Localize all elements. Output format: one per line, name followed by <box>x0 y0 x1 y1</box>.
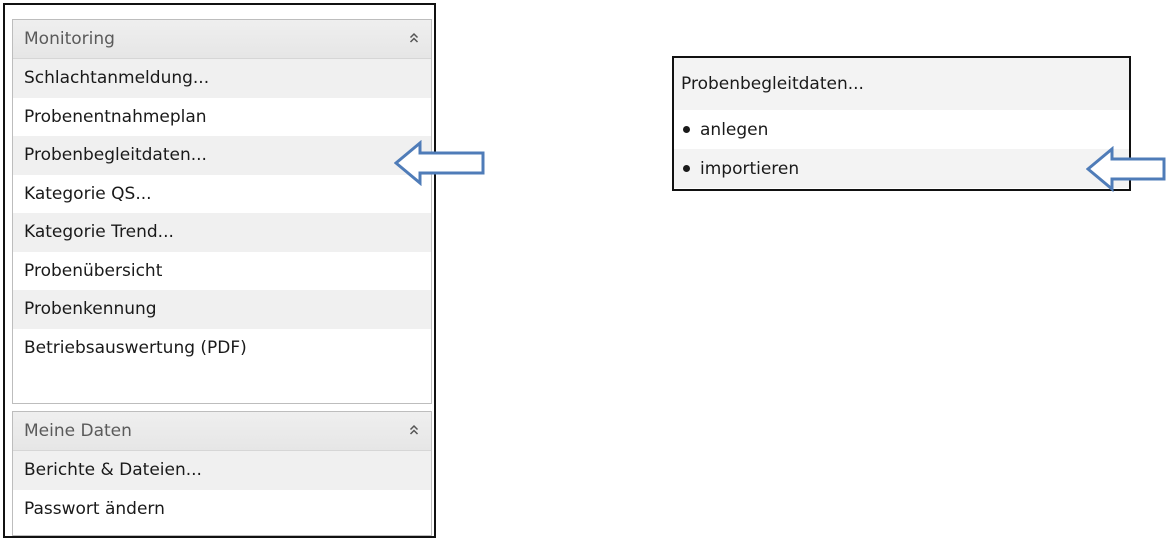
double-chevron-up-icon[interactable] <box>409 424 419 439</box>
menu-item-passwort-aendern[interactable]: Passwort ändern <box>13 490 431 529</box>
menu-item-label: Berichte & Dateien... <box>24 460 202 481</box>
meine-daten-menu-list: Berichte & Dateien... Passwort ändern <box>13 451 431 528</box>
submenu-title: Probenbegleitdaten... <box>674 58 1129 110</box>
menu-item-label: Schlachtanmeldung... <box>24 68 210 89</box>
bullet-icon <box>683 126 690 133</box>
menu-item-label: Probenkennung <box>24 299 157 320</box>
menu-item-kategorie-trend[interactable]: Kategorie Trend... <box>13 213 431 252</box>
submenu-item-anlegen[interactable]: anlegen <box>674 110 1129 149</box>
double-chevron-up-icon[interactable] <box>409 32 419 47</box>
monitoring-menu-list: Schlachtanmeldung... Probenentnahmeplan … <box>13 59 431 367</box>
arrow-icon <box>1086 146 1166 192</box>
left-menu-frame: Monitoring Schlachtanmeldung... Probenen… <box>3 3 436 538</box>
submenu-item-label: anlegen <box>700 119 769 140</box>
menu-item-betriebsauswertung[interactable]: Betriebsauswertung (PDF) <box>13 329 431 368</box>
double-chevron-up-icon-svg <box>409 424 419 435</box>
menu-item-label: Passwort ändern <box>24 498 165 519</box>
monitoring-panel: Monitoring Schlachtanmeldung... Probenen… <box>12 19 432 404</box>
monitoring-panel-title: Monitoring <box>24 29 115 49</box>
menu-item-probenkennung[interactable]: Probenkennung <box>13 290 431 329</box>
menu-item-probenuebersicht[interactable]: Probenübersicht <box>13 252 431 291</box>
arrow-icon <box>394 140 485 186</box>
menu-item-kategorie-qs[interactable]: Kategorie QS... <box>13 175 431 214</box>
meine-daten-panel-header[interactable]: Meine Daten <box>13 412 431 451</box>
menu-item-label: Probenbegleitdaten... <box>24 145 207 166</box>
menu-item-probenentnahmeplan[interactable]: Probenentnahmeplan <box>13 98 431 137</box>
submenu-probenbegleitdaten: Probenbegleitdaten... anlegen importiere… <box>672 56 1131 191</box>
bullet-icon <box>683 165 690 172</box>
monitoring-panel-header[interactable]: Monitoring <box>13 20 431 59</box>
menu-item-probenbegleitdaten[interactable]: Probenbegleitdaten... <box>13 136 431 175</box>
menu-item-label: Betriebsauswertung (PDF) <box>24 337 247 358</box>
meine-daten-panel-title: Meine Daten <box>24 421 132 441</box>
menu-item-label: Probenentnahmeplan <box>24 106 207 127</box>
meine-daten-panel: Meine Daten Berichte & Dateien... Passwo… <box>12 411 432 536</box>
menu-item-label: Kategorie Trend... <box>24 222 174 243</box>
menu-item-label: Probenübersicht <box>24 260 163 281</box>
menu-item-schlachtanmeldung[interactable]: Schlachtanmeldung... <box>13 59 431 98</box>
submenu-item-importieren[interactable]: importieren <box>674 149 1129 188</box>
menu-item-berichte-dateien[interactable]: Berichte & Dateien... <box>13 451 431 490</box>
menu-item-label: Kategorie QS... <box>24 183 152 204</box>
submenu-item-label: importieren <box>700 158 800 179</box>
double-chevron-up-icon-svg <box>409 32 419 43</box>
submenu-list: anlegen importieren <box>674 110 1129 188</box>
